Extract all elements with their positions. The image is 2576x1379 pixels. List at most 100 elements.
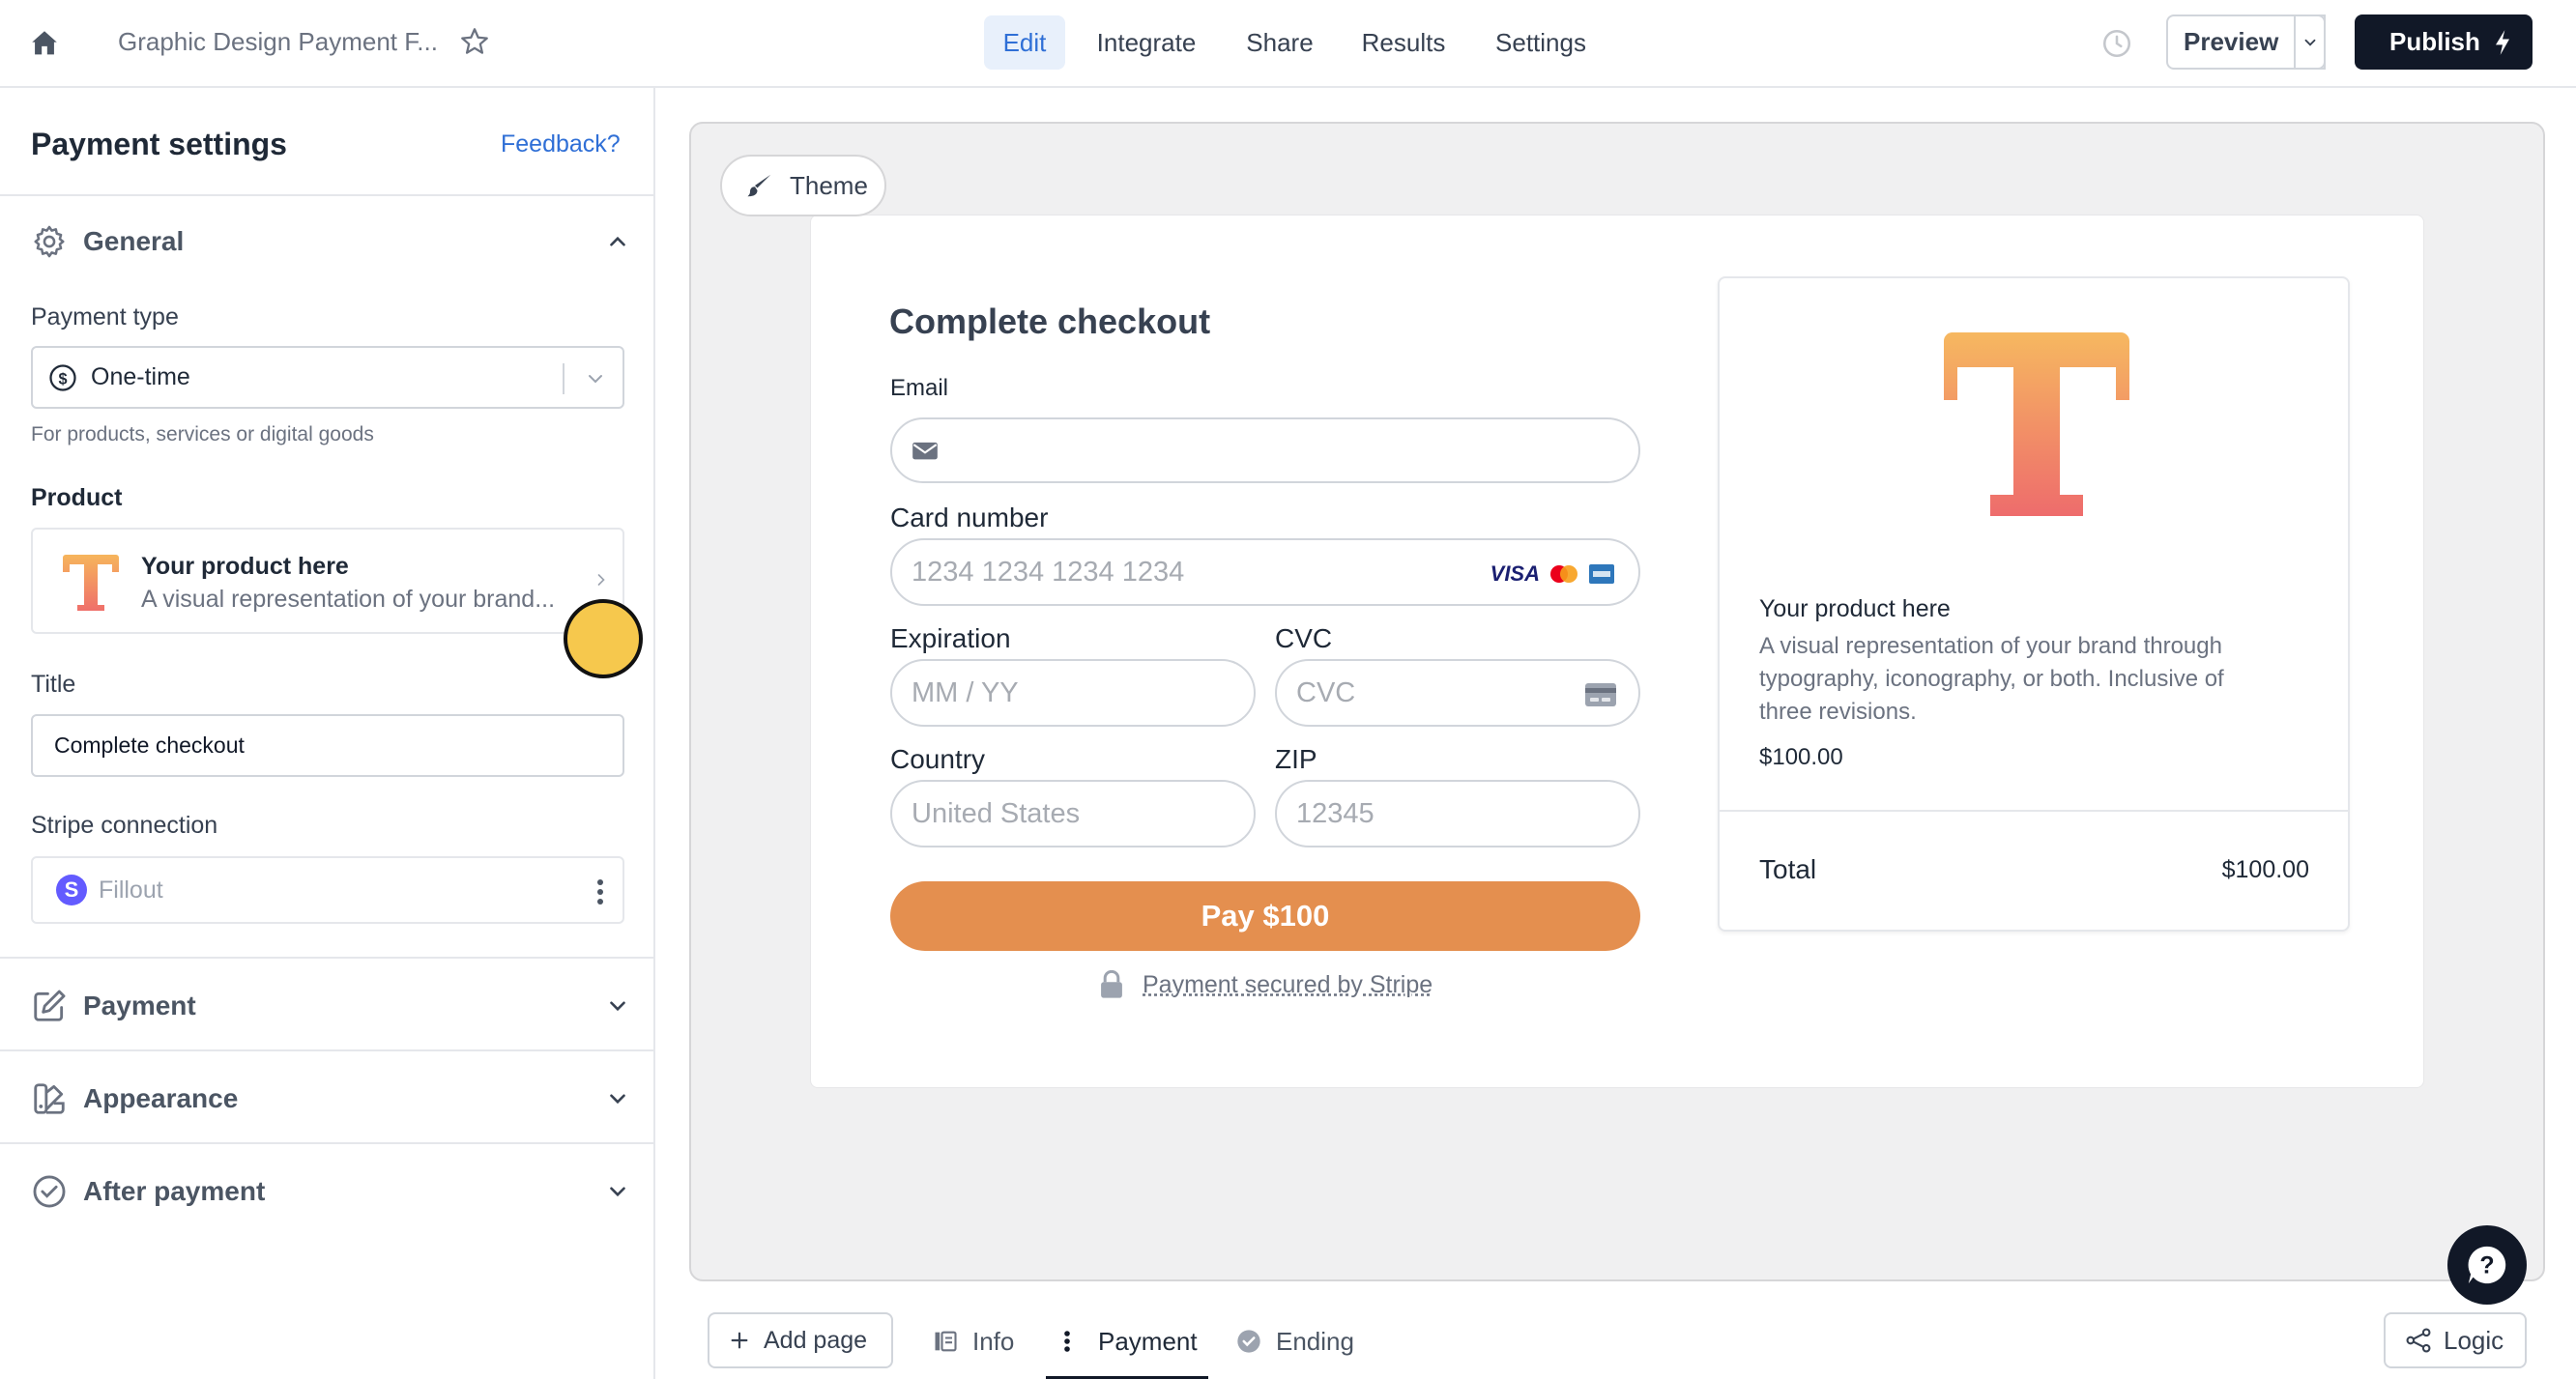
edit-icon (34, 990, 66, 1021)
email-label: Email (890, 375, 949, 401)
theme-button[interactable]: Theme (720, 155, 886, 216)
stripe-connection-field[interactable]: S Fillout (31, 856, 624, 924)
dollar-circle-icon: $ (49, 363, 76, 391)
more-options-icon[interactable] (595, 877, 605, 906)
zip-placeholder: 12345 (1296, 797, 1375, 829)
page-tab-info[interactable]: Info (932, 1322, 1014, 1361)
chevron-down-icon (2304, 39, 2315, 46)
payment-secured-link[interactable]: Payment secured by Stripe (1143, 971, 1433, 999)
product-logo-icon (63, 555, 119, 611)
page-tab-ending-label: Ending (1276, 1326, 1354, 1356)
page-tab-payment-label: Payment (1098, 1326, 1198, 1356)
stripe-account-name: Fillout (99, 876, 163, 904)
question-bubble-icon: ? (2468, 1246, 2506, 1284)
section-appearance-label: Appearance (83, 1083, 239, 1113)
cursor-marker (564, 599, 643, 678)
select-divider (563, 363, 564, 394)
publish-label: Publish (2389, 27, 2480, 56)
history-clock-icon[interactable] (2100, 27, 2133, 60)
chevron-down-icon (610, 1094, 625, 1105)
theme-label: Theme (790, 170, 868, 200)
top-bar: Graphic Design Payment F... Edit Integra… (0, 0, 2576, 88)
paintbrush-icon (747, 174, 771, 197)
palette-icon (34, 1083, 65, 1114)
tab-results[interactable]: Results (1349, 15, 1458, 70)
tab-integrate[interactable]: Integrate (1081, 15, 1212, 70)
country-input[interactable]: United States (890, 780, 1256, 848)
chevron-down-icon (610, 1001, 625, 1012)
tab-share[interactable]: Share (1231, 15, 1328, 70)
zip-input[interactable]: 12345 (1275, 780, 1640, 848)
order-summary-card: Your product here A visual representatio… (1718, 276, 2350, 932)
section-general-header[interactable]: General (31, 217, 630, 266)
title-input[interactable]: Complete checkout (31, 714, 624, 777)
cvc-placeholder: CVC (1296, 676, 1356, 708)
payment-type-select[interactable]: $ One-time (31, 346, 624, 409)
email-input[interactable] (890, 417, 1640, 483)
card-number-label: Card number (890, 503, 1049, 532)
page-tab-payment[interactable]: Payment (1063, 1322, 1198, 1361)
logic-button[interactable]: Logic (2384, 1312, 2527, 1368)
tab-settings[interactable]: Settings (1485, 15, 1597, 70)
kebab-icon[interactable] (1063, 1328, 1071, 1355)
page-tab-ending[interactable]: Ending (1235, 1322, 1354, 1361)
preview-dropdown-button[interactable] (2294, 14, 2326, 70)
expiration-label: Expiration (890, 623, 1011, 653)
section-payment-label: Payment (83, 991, 196, 1020)
check-circle-icon (1237, 1330, 1260, 1353)
country-placeholder: United States (912, 797, 1081, 829)
publish-button[interactable]: Publish (2355, 14, 2533, 70)
payment-type-label: Payment type (31, 303, 179, 330)
section-general-label: General (83, 226, 185, 256)
section-after-payment-label: After payment (83, 1176, 266, 1206)
country-label: Country (890, 744, 986, 774)
product-logo-icon (1943, 332, 2129, 516)
tab-edit[interactable]: Edit (984, 15, 1065, 70)
star-icon[interactable] (458, 25, 491, 58)
pay-button[interactable]: Pay $100 (890, 881, 1640, 951)
expiration-input[interactable]: MM / YY (890, 659, 1256, 727)
plus-icon (731, 1332, 748, 1349)
divider (0, 957, 653, 959)
logic-label: Logic (2444, 1325, 2504, 1355)
product-name: Your product here (141, 553, 349, 580)
panel-title: Payment settings (31, 127, 287, 161)
card-icon (1585, 683, 1616, 706)
chevron-down-icon (589, 375, 602, 384)
summary-product-name: Your product here (1759, 595, 1951, 622)
section-payment-header[interactable]: Payment (31, 982, 630, 1030)
chevron-up-icon (610, 236, 625, 246)
stripe-connection-label: Stripe connection (31, 812, 218, 839)
chevron-right-icon (597, 574, 605, 586)
summary-total-label: Total (1759, 854, 1817, 884)
page-tab-info-label: Info (972, 1326, 1015, 1356)
help-chat-button[interactable]: ? (2447, 1225, 2527, 1305)
product-description: A visual representation of your brand... (141, 586, 556, 613)
product-label: Product (31, 484, 123, 511)
divider (0, 1049, 653, 1051)
amex-icon (1589, 564, 1614, 584)
payment-secured-note: Payment secured by Stripe (1098, 970, 1433, 999)
share-nodes-icon (2406, 1328, 2431, 1353)
add-page-button[interactable]: Add page (708, 1312, 893, 1368)
preview-label: Preview (2184, 27, 2279, 56)
payment-type-helper: For products, services or digital goods (31, 423, 374, 445)
summary-product-description: A visual representation of your brand th… (1759, 633, 2224, 725)
add-page-label: Add page (764, 1326, 868, 1354)
home-icon[interactable] (27, 27, 62, 60)
card-brands: VISA (1491, 561, 1615, 587)
envelope-icon (912, 442, 938, 460)
document-title[interactable]: Graphic Design Payment F... (118, 27, 438, 57)
section-appearance-header[interactable]: Appearance (31, 1075, 630, 1123)
check-circle-icon (33, 1175, 66, 1208)
lock-icon (1101, 970, 1122, 998)
summary-divider (1720, 810, 2348, 812)
visa-icon: VISA (1490, 561, 1540, 586)
feedback-link[interactable]: Feedback? (501, 130, 621, 158)
card-number-input[interactable]: 1234 1234 1234 1234 VISA (890, 538, 1640, 606)
product-selector[interactable]: Your product here A visual representatio… (31, 528, 624, 634)
svg-text:?: ? (2479, 1252, 2494, 1279)
title-label: Title (31, 671, 76, 698)
cvc-input[interactable]: CVC (1275, 659, 1640, 727)
section-after-payment-header[interactable]: After payment (31, 1167, 630, 1216)
